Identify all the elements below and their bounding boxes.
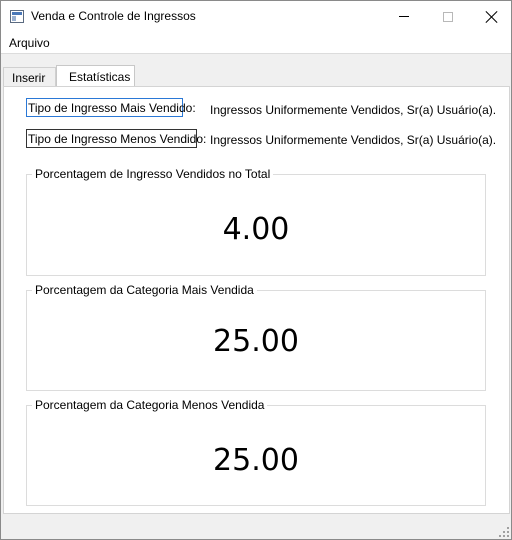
most-sold-label: Tipo de Ingresso Mais Vendido: <box>26 98 196 117</box>
maximize-button[interactable] <box>425 1 471 32</box>
total-percentage-group: Porcentagem de Ingresso Vendidos no Tota… <box>26 167 486 276</box>
app-window-icon <box>10 10 24 23</box>
menu-bar: Arquivo <box>1 32 511 53</box>
close-icon <box>486 11 498 23</box>
least-sold-category-group: Porcentagem da Categoria Menos Vendida 2… <box>26 398 486 506</box>
most-sold-category-title: Porcentagem da Categoria Mais Vendida <box>32 283 257 297</box>
minimize-button[interactable] <box>381 1 427 32</box>
tab-strip: Inserir Estatísticas <box>1 65 511 87</box>
most-sold-category-group: Porcentagem da Categoria Mais Vendida 25… <box>26 283 486 391</box>
tab-inserir[interactable]: Inserir <box>3 67 56 87</box>
status-bar <box>1 516 511 539</box>
main-window: Venda e Controle de Ingressos Arquivo In… <box>0 0 512 540</box>
most-sold-value: Ingressos Uniformemente Vendidos, Sr(a) … <box>210 103 497 117</box>
total-percentage-title: Porcentagem de Ingresso Vendidos no Tota… <box>32 167 274 181</box>
total-percentage-value: 4.00 <box>222 212 290 247</box>
minimize-icon <box>399 16 409 17</box>
least-sold-category-title: Porcentagem da Categoria Menos Vendida <box>32 398 268 412</box>
window-title: Venda e Controle de Ingressos <box>31 9 196 23</box>
toolbar-separator <box>1 53 511 64</box>
maximize-icon <box>443 11 453 22</box>
least-sold-label: Tipo de Ingresso Menos Vendido: <box>26 129 206 148</box>
least-sold-category-value: 25.00 <box>213 443 299 478</box>
close-button[interactable] <box>469 1 512 32</box>
least-sold-value: Ingressos Uniformemente Vendidos, Sr(a) … <box>210 133 497 147</box>
tab-estatisticas[interactable]: Estatísticas <box>56 65 135 87</box>
most-sold-category-value: 25.00 <box>213 324 299 359</box>
resize-grip-icon[interactable] <box>499 527 509 537</box>
statistics-panel: Tipo de Ingresso Mais Vendido: Ingressos… <box>3 86 510 514</box>
title-bar[interactable]: Venda e Controle de Ingressos <box>1 1 511 32</box>
menu-arquivo[interactable]: Arquivo <box>9 36 50 50</box>
